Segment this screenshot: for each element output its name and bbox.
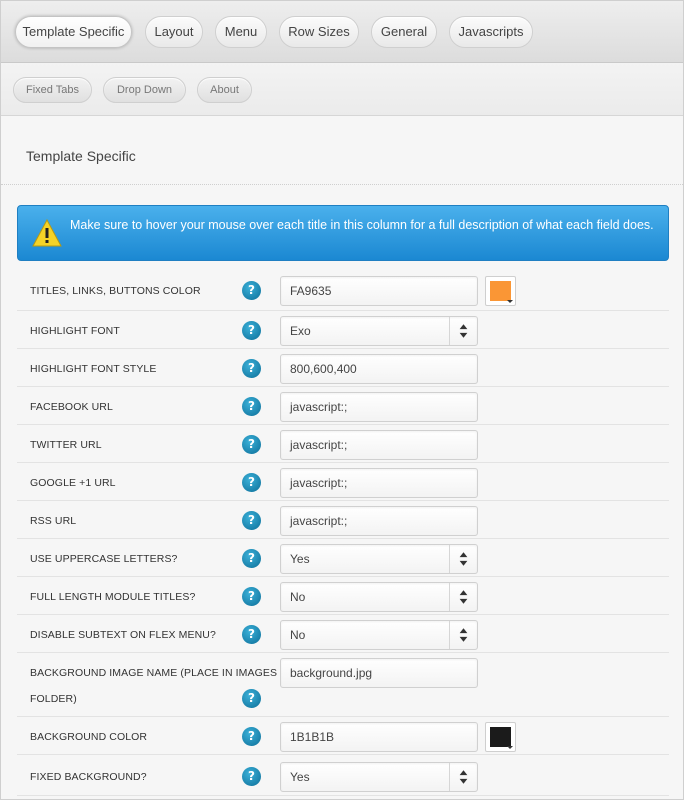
select-value: No [290,590,306,604]
select-value: Yes [290,552,310,566]
label-twitter-url: TWITTER URL [30,439,102,451]
settings-panel: Template Specific Layout Menu Row Sizes … [0,0,684,800]
question-icon[interactable]: ? [242,587,261,606]
bg-color-input[interactable]: 1B1B1B [280,722,478,752]
tab-general[interactable]: General [371,16,437,48]
row-divider [17,348,669,349]
select-value: Exo [290,324,311,338]
row-divider [17,795,669,796]
chevron-down-icon [507,746,513,749]
up-down-arrows-icon [449,763,468,791]
tab-template-specific[interactable]: Template Specific [15,16,132,48]
question-icon[interactable]: ? [242,473,261,492]
row-divider [17,716,669,717]
sub-tab-bar: Fixed Tabs Drop Down About [1,63,683,116]
up-down-arrows-icon [449,583,468,611]
tab-row-sizes[interactable]: Row Sizes [279,16,359,48]
tab-layout[interactable]: Layout [145,16,203,48]
label-bg-image-line2: FOLDER) [30,693,77,705]
main-tab-bar: Template Specific Layout Menu Row Sizes … [1,1,683,63]
row-divider [17,424,669,425]
question-icon[interactable]: ? [242,727,261,746]
uppercase-select[interactable]: Yes [280,544,478,574]
rss-url-input[interactable]: javascript:; [280,506,478,536]
bg-image-input[interactable]: background.jpg [280,658,478,688]
select-value: Yes [290,770,310,784]
row-divider [17,310,669,311]
label-fixed-bg: FIXED BACKGROUND? [30,771,147,783]
google-url-input[interactable]: javascript:; [280,468,478,498]
up-down-arrows-icon [449,317,468,345]
row-divider [17,500,669,501]
row-divider [17,614,669,615]
label-highlight-font: HIGHLIGHT FONT [30,325,120,337]
subtab-drop-down[interactable]: Drop Down [103,77,186,103]
label-bg-image-line1: BACKGROUND IMAGE NAME (PLACE IN IMAGES [30,667,278,679]
titles-color-swatch[interactable] [485,276,516,306]
disable-subtext-select[interactable]: No [280,620,478,650]
tab-javascripts[interactable]: Javascripts [449,16,533,48]
notice-text: Make sure to hover your mouse over each … [70,218,654,232]
label-full-length: FULL LENGTH MODULE TITLES? [30,591,196,603]
bg-color-swatch[interactable] [485,722,516,752]
row-divider [17,652,669,653]
label-highlight-font-style: HIGHLIGHT FONT STYLE [30,363,157,375]
up-down-arrows-icon [449,621,468,649]
label-facebook-url: FACEBOOK URL [30,401,113,413]
question-icon[interactable]: ? [242,281,261,300]
question-icon[interactable]: ? [242,435,261,454]
question-icon[interactable]: ? [242,689,261,708]
subtab-about[interactable]: About [197,77,252,103]
highlight-font-style-input[interactable]: 800,600,400 [280,354,478,384]
facebook-url-input[interactable]: javascript:; [280,392,478,422]
row-divider [17,576,669,577]
titles-color-input[interactable]: FA9635 [280,276,478,306]
color-fill [490,727,511,747]
question-icon[interactable]: ? [242,359,261,378]
fixed-bg-select[interactable]: Yes [280,762,478,792]
color-fill [490,281,511,301]
label-google-url: GOOGLE +1 URL [30,477,116,489]
tab-menu[interactable]: Menu [215,16,267,48]
label-bg-color: BACKGROUND COLOR [30,731,148,743]
twitter-url-input[interactable]: javascript:; [280,430,478,460]
up-down-arrows-icon [449,545,468,573]
question-icon[interactable]: ? [242,321,261,340]
question-icon[interactable]: ? [242,397,261,416]
label-disable-subtext: DISABLE SUBTEXT ON FLEX MENU? [30,629,216,641]
row-divider [17,462,669,463]
question-icon[interactable]: ? [242,625,261,644]
row-divider [17,386,669,387]
info-notice: Make sure to hover your mouse over each … [17,205,669,261]
label-rss-url: RSS URL [30,515,77,527]
question-icon[interactable]: ? [242,767,261,786]
section-divider [1,184,683,185]
label-titles-color: TITLES, LINKS, BUTTONS COLOR [30,285,201,297]
question-icon[interactable]: ? [242,549,261,568]
warning-icon [32,219,62,247]
row-divider [17,538,669,539]
row-divider [17,754,669,755]
label-uppercase: USE UPPERCASE LETTERS? [30,553,178,565]
subtab-fixed-tabs[interactable]: Fixed Tabs [13,77,92,103]
select-value: No [290,628,306,642]
question-icon[interactable]: ? [242,511,261,530]
section-title: Template Specific [26,148,136,164]
full-length-select[interactable]: No [280,582,478,612]
chevron-down-icon [507,300,513,303]
highlight-font-select[interactable]: Exo [280,316,478,346]
